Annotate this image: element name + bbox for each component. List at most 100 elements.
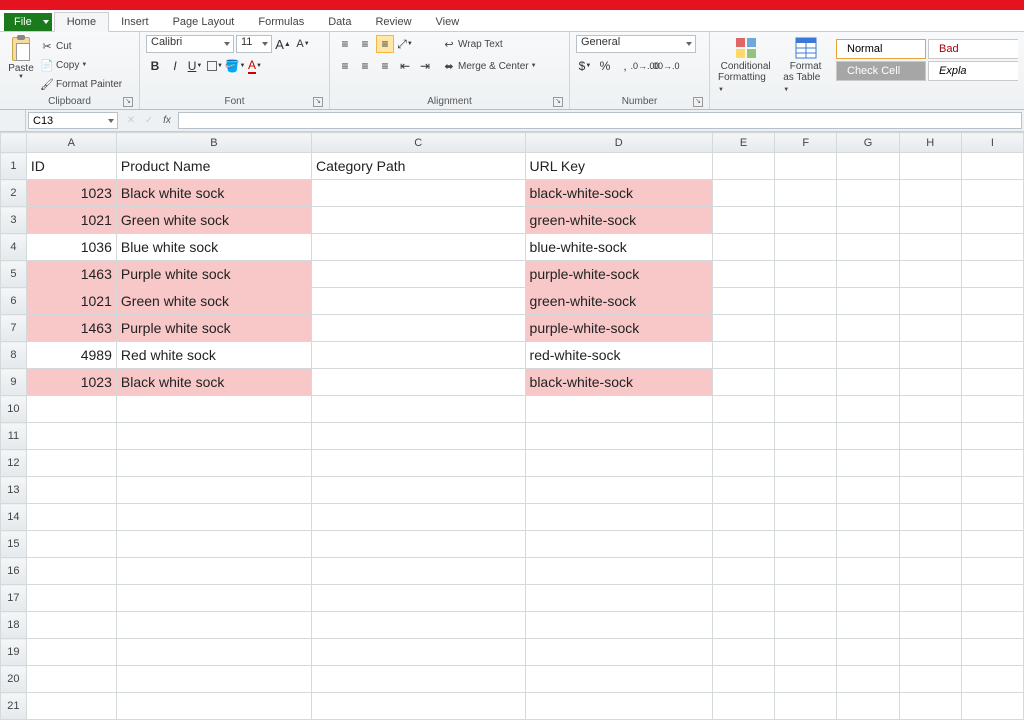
cell[interactable]: 1463: [26, 261, 116, 288]
cell[interactable]: 1463: [26, 315, 116, 342]
cell[interactable]: Red white sock: [116, 342, 311, 369]
row-header[interactable]: 11: [1, 423, 27, 450]
cell[interactable]: [311, 693, 525, 720]
cell[interactable]: [311, 531, 525, 558]
format-as-table-button[interactable]: Format as Table ▼: [781, 35, 830, 94]
cell[interactable]: [712, 693, 774, 720]
cell[interactable]: [899, 315, 961, 342]
cell[interactable]: [837, 234, 899, 261]
cell[interactable]: [837, 477, 899, 504]
cell[interactable]: [311, 207, 525, 234]
cell[interactable]: [837, 693, 899, 720]
cell[interactable]: [116, 666, 311, 693]
col-header-F[interactable]: F: [775, 133, 837, 153]
cancel-formula-button[interactable]: ✕: [122, 112, 140, 130]
cell[interactable]: [961, 315, 1023, 342]
cell[interactable]: [26, 531, 116, 558]
percent-button[interactable]: %: [596, 57, 614, 75]
row-header[interactable]: 7: [1, 315, 27, 342]
cell[interactable]: [311, 666, 525, 693]
cell[interactable]: [26, 693, 116, 720]
cell[interactable]: [961, 639, 1023, 666]
cell[interactable]: [712, 612, 774, 639]
cell[interactable]: [712, 207, 774, 234]
cell[interactable]: [775, 288, 837, 315]
cell[interactable]: [712, 396, 774, 423]
row-header[interactable]: 4: [1, 234, 27, 261]
align-middle-button[interactable]: ≡: [356, 35, 374, 53]
cell[interactable]: [525, 423, 712, 450]
row-header[interactable]: 18: [1, 612, 27, 639]
cell[interactable]: [837, 288, 899, 315]
cell[interactable]: [775, 477, 837, 504]
cell[interactable]: [311, 342, 525, 369]
cell[interactable]: [775, 585, 837, 612]
cell[interactable]: [116, 585, 311, 612]
merge-center-button[interactable]: ⬌Merge & Center ▼: [442, 57, 537, 75]
row-header[interactable]: 16: [1, 558, 27, 585]
row-header[interactable]: 19: [1, 639, 27, 666]
cell[interactable]: [899, 180, 961, 207]
cell[interactable]: [116, 531, 311, 558]
row-header[interactable]: 21: [1, 693, 27, 720]
cell[interactable]: [899, 504, 961, 531]
cell[interactable]: [961, 288, 1023, 315]
cell[interactable]: red-white-sock: [525, 342, 712, 369]
cell[interactable]: [899, 423, 961, 450]
cell[interactable]: [26, 423, 116, 450]
cell[interactable]: [712, 315, 774, 342]
cell[interactable]: [311, 234, 525, 261]
cell[interactable]: [899, 693, 961, 720]
row-header[interactable]: 14: [1, 504, 27, 531]
cell[interactable]: 1021: [26, 288, 116, 315]
cell[interactable]: [712, 288, 774, 315]
cell[interactable]: [899, 558, 961, 585]
tab-review[interactable]: Review: [363, 13, 423, 31]
cell[interactable]: [775, 666, 837, 693]
formula-input[interactable]: [178, 112, 1022, 129]
cell[interactable]: [525, 558, 712, 585]
cell[interactable]: [775, 450, 837, 477]
cell[interactable]: URL Key: [525, 153, 712, 180]
cell[interactable]: [311, 477, 525, 504]
tab-page-layout[interactable]: Page Layout: [161, 13, 247, 31]
cell[interactable]: [525, 612, 712, 639]
wrap-text-button[interactable]: ↩Wrap Text: [442, 35, 537, 53]
cell[interactable]: [775, 693, 837, 720]
dialog-launcher-icon[interactable]: ↘: [693, 97, 703, 107]
cell[interactable]: [116, 693, 311, 720]
align-bottom-button[interactable]: ≡: [376, 35, 394, 53]
cell[interactable]: [961, 666, 1023, 693]
col-header-D[interactable]: D: [525, 133, 712, 153]
cell[interactable]: [712, 180, 774, 207]
cell[interactable]: Category Path: [311, 153, 525, 180]
cell[interactable]: [26, 558, 116, 585]
cell[interactable]: [311, 639, 525, 666]
cell[interactable]: [899, 477, 961, 504]
underline-button[interactable]: U▼: [186, 57, 204, 75]
font-name-select[interactable]: Calibri: [146, 35, 234, 53]
cell[interactable]: [311, 558, 525, 585]
font-size-select[interactable]: 11: [236, 35, 272, 53]
cell[interactable]: [26, 666, 116, 693]
cell[interactable]: 1036: [26, 234, 116, 261]
cell[interactable]: [775, 423, 837, 450]
cell[interactable]: [837, 342, 899, 369]
cell[interactable]: [837, 369, 899, 396]
accept-formula-button[interactable]: ✓: [140, 112, 158, 130]
dialog-launcher-icon[interactable]: ↘: [313, 97, 323, 107]
cell[interactable]: [961, 612, 1023, 639]
row-header[interactable]: 15: [1, 531, 27, 558]
shrink-font-button[interactable]: A▼: [294, 35, 312, 53]
cell[interactable]: [116, 396, 311, 423]
cell[interactable]: [26, 585, 116, 612]
cell[interactable]: purple-white-sock: [525, 315, 712, 342]
cell[interactable]: [712, 153, 774, 180]
format-painter-button[interactable]: 🖌Format Painter: [40, 75, 122, 93]
cell[interactable]: [961, 423, 1023, 450]
row-header[interactable]: 17: [1, 585, 27, 612]
tab-view[interactable]: View: [424, 13, 472, 31]
grow-font-button[interactable]: A▲: [274, 35, 292, 53]
decrease-indent-button[interactable]: ⇤: [396, 57, 414, 75]
cell[interactable]: green-white-sock: [525, 288, 712, 315]
